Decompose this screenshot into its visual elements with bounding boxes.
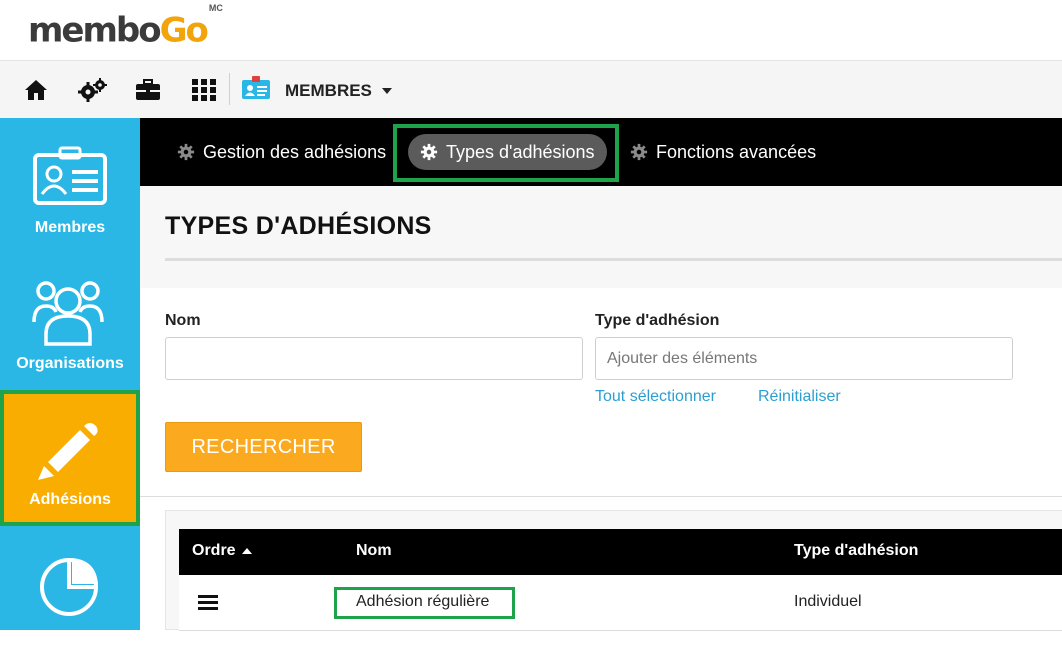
pie-chart-icon	[38, 556, 100, 623]
toolbar-separator	[229, 73, 230, 105]
tab-gestion-adhesions[interactable]: Gestion des adhésions	[165, 134, 398, 170]
top-toolbar: MEMBRES	[0, 61, 1062, 118]
chevron-down-icon	[381, 87, 392, 94]
tab-fonctions-avancees[interactable]: Fonctions avancées	[618, 134, 828, 170]
column-header-order[interactable]: Ordre	[192, 542, 252, 560]
sort-ascending-icon	[241, 548, 252, 554]
cell-type: Individuel	[794, 593, 862, 610]
column-header-type[interactable]: Type d'adhésion	[794, 542, 918, 560]
grid-icon[interactable]	[191, 77, 217, 103]
main-content: TYPES D'ADHÉSIONS Nom Type d'adhésion To…	[140, 186, 1062, 631]
column-label: Ordre	[192, 542, 236, 559]
nom-input[interactable]	[165, 337, 583, 380]
briefcase-icon[interactable]	[135, 77, 161, 103]
module-dropdown[interactable]: MEMBRES	[241, 75, 392, 106]
column-label: Type d'adhésion	[794, 542, 919, 559]
users-group-icon	[30, 276, 106, 353]
results-table: Ordre Nom Type d'adhésion Adhésion régul…	[165, 510, 1062, 631]
tab-label: Fonctions avancées	[656, 141, 817, 162]
member-card-icon	[241, 75, 271, 106]
sidebar-item-membres[interactable]: Membres	[0, 118, 140, 254]
sidebar-item-organisations[interactable]: Organisations	[0, 254, 140, 390]
home-icon[interactable]	[23, 77, 49, 103]
module-label: MEMBRES	[285, 80, 372, 100]
table-header: Ordre Nom Type d'adhésion	[179, 529, 1062, 575]
sidebar: Membres Organisations Adhésions	[0, 118, 140, 630]
title-divider	[165, 258, 1062, 261]
gear-icon	[177, 143, 195, 161]
column-header-name[interactable]: Nom	[356, 542, 392, 560]
brand-name-part1: membo	[28, 10, 162, 51]
sidebar-item-label: Membres	[34, 219, 106, 236]
gear-icon	[630, 143, 648, 161]
search-button[interactable]: RECHERCHER	[165, 422, 362, 472]
page-title: TYPES D'ADHÉSIONS	[165, 212, 432, 240]
sidebar-item-label: Adhésions	[29, 491, 111, 508]
sidebar-item-label: Organisations	[16, 355, 124, 372]
drag-handle-icon[interactable]	[198, 594, 218, 615]
page-header: TYPES D'ADHÉSIONS	[140, 186, 1062, 288]
sub-navigation: Gestion des adhésions Types d'adhésions …	[140, 118, 1062, 186]
reset-link[interactable]: Réinitialiser	[758, 388, 841, 406]
tab-highlight-box	[393, 124, 619, 182]
row-highlight-box	[334, 587, 515, 619]
brand-mark: MC	[208, 3, 223, 13]
sidebar-item-rapports[interactable]	[0, 526, 140, 662]
section-divider	[140, 496, 1062, 497]
pencil-icon	[36, 418, 102, 487]
brand-logo[interactable]: memboGoMC	[28, 3, 223, 52]
column-label: Nom	[356, 542, 392, 559]
id-card-icon	[32, 146, 108, 211]
gears-icon[interactable]	[78, 77, 107, 103]
select-all-link[interactable]: Tout sélectionner	[595, 388, 716, 406]
type-adhesion-input[interactable]	[595, 337, 1013, 380]
type-adhesion-label: Type d'adhésion	[595, 312, 720, 329]
nom-label: Nom	[165, 312, 201, 329]
tab-label: Gestion des adhésions	[203, 141, 387, 162]
logo-bar: memboGoMC	[0, 0, 1062, 61]
sidebar-item-adhesions[interactable]: Adhésions	[0, 390, 140, 526]
brand-name-part2: Go	[159, 10, 209, 51]
table-row[interactable]: Adhésion régulière Individuel	[179, 575, 1062, 631]
